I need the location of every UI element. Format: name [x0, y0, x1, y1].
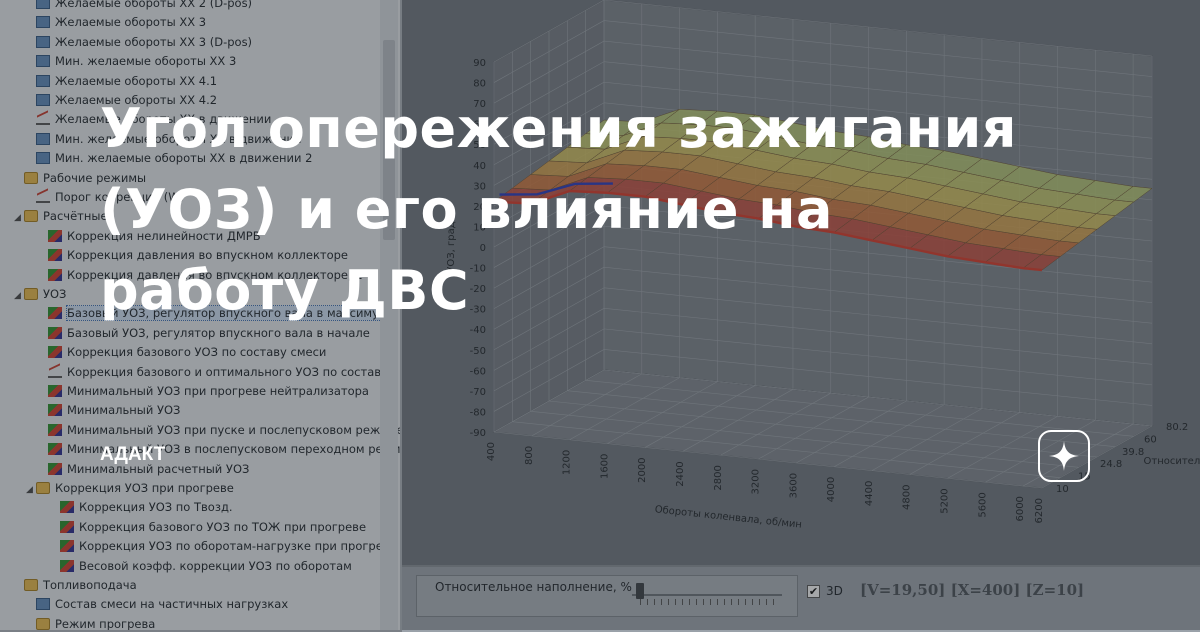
sparkle-icon — [1047, 439, 1081, 473]
brand-logo[interactable] — [1038, 430, 1090, 482]
brand-name: АДАКТ — [100, 444, 165, 466]
app-window: Желаемые обороты XX 2 (D-pos)Желаемые об… — [0, 0, 1200, 630]
article-title: Угол опережения зажигания (УОЗ) и его вл… — [100, 88, 1060, 331]
